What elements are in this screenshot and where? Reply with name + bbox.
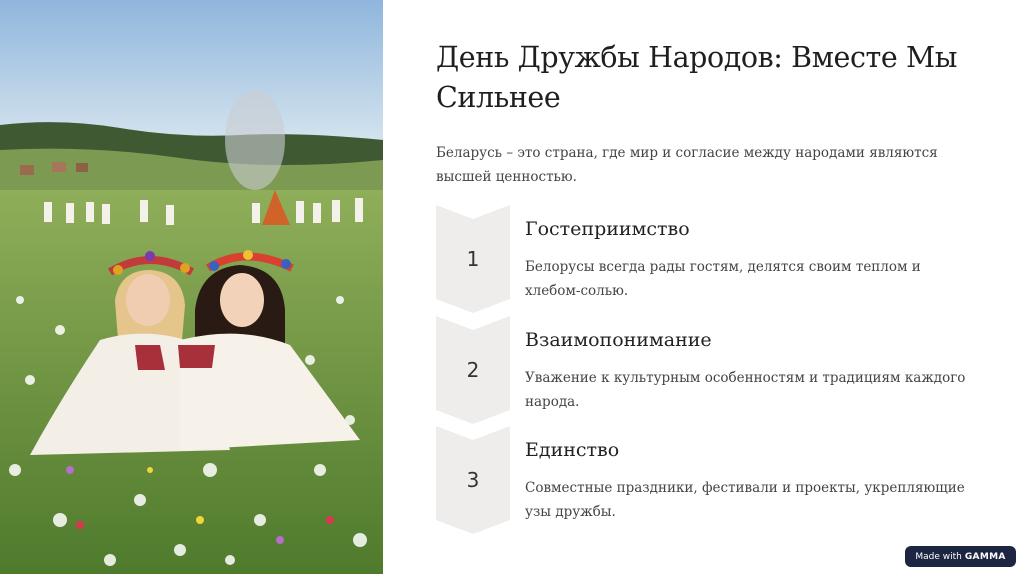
badge-prefix: Made with xyxy=(915,551,962,562)
step-title: Взаимопонимание xyxy=(525,329,712,351)
step-description: Белорусы всегда рады гостям, делятся сво… xyxy=(525,259,921,299)
step-number: 1 xyxy=(466,247,480,271)
step-item: 1 Гостеприимство Белорусы всегда рады го… xyxy=(436,205,996,313)
step-title: Единство xyxy=(525,439,620,461)
step-item: 3 Единство Совместные праздники, фестива… xyxy=(436,426,996,534)
intro-text: Беларусь – это страна, где мир и согласи… xyxy=(436,145,938,185)
step-title: Гостеприимство xyxy=(525,218,690,240)
step-item: 2 Взаимопонимание Уважение к культурным … xyxy=(436,316,996,424)
made-with-gamma-badge[interactable]: Made with GAMMA xyxy=(905,546,1016,567)
step-number: 3 xyxy=(466,468,480,492)
page-title: День Дружбы Народов: Вместе Мы Сильнее xyxy=(436,41,958,114)
hero-photo xyxy=(0,0,383,574)
step-description: Уважение к культурным особенностям и тра… xyxy=(525,370,966,410)
badge-brand: GAMMA xyxy=(964,551,1006,562)
step-number: 2 xyxy=(466,358,480,382)
step-description: Совместные праздники, фестивали и проект… xyxy=(525,480,965,520)
